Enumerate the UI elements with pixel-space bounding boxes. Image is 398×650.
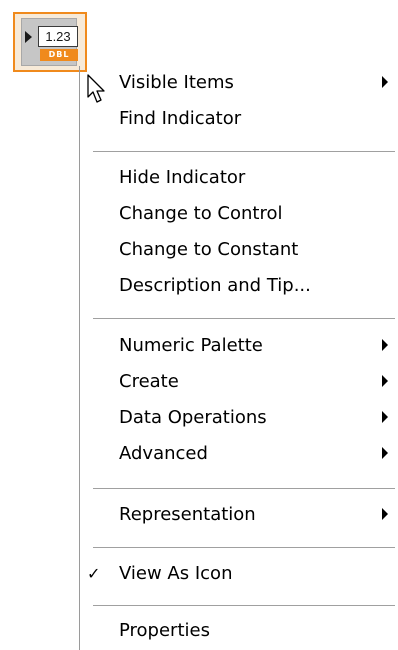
arrow-pointer-icon (87, 74, 105, 103)
submenu-arrow-icon (382, 375, 388, 387)
menu-item-label: Create (119, 371, 179, 392)
indicator-type-label: DBL (40, 49, 78, 61)
menu-item-representation[interactable]: Representation (79, 498, 395, 531)
menu-item-label: Hide Indicator (119, 167, 246, 188)
submenu-arrow-icon (382, 76, 388, 88)
menu-item-view-as-icon[interactable]: ✓ View As Icon (79, 557, 395, 590)
menu-item-label: Representation (119, 504, 256, 525)
menu-separator (93, 547, 395, 548)
indicator-value: 1.23 (38, 26, 78, 47)
menu-item-label: Visible Items (119, 72, 234, 93)
submenu-arrow-icon (382, 339, 388, 351)
submenu-arrow-icon (382, 447, 388, 459)
menu-item-numeric-palette[interactable]: Numeric Palette (79, 329, 395, 362)
menu-item-label: View As Icon (119, 563, 233, 584)
submenu-arrow-icon (382, 508, 388, 520)
menu-item-advanced[interactable]: Advanced (79, 437, 395, 470)
menu-item-label: Change to Control (119, 203, 283, 224)
menu-item-visible-items[interactable]: Visible Items (79, 66, 395, 99)
menu-item-data-operations[interactable]: Data Operations (79, 401, 395, 434)
menu-item-label: Description and Tip... (119, 275, 311, 296)
menu-separator (93, 318, 395, 319)
menu-item-label: Data Operations (119, 407, 267, 428)
numeric-indicator-terminal[interactable]: 1.23 DBL (13, 12, 87, 72)
menu-item-label: Change to Constant (119, 239, 299, 260)
context-menu: Visible Items Find Indicator Hide Indica… (79, 66, 395, 650)
menu-item-properties[interactable]: Properties (79, 614, 395, 647)
menu-separator (93, 488, 395, 489)
menu-item-change-to-control[interactable]: Change to Control (79, 197, 395, 230)
indicator-body: 1.23 DBL (21, 18, 78, 66)
menu-separator (93, 605, 395, 606)
menu-item-description-and-tip[interactable]: Description and Tip... (79, 269, 395, 302)
menu-item-label: Find Indicator (119, 108, 242, 129)
checkmark-icon: ✓ (87, 564, 101, 583)
menu-item-create[interactable]: Create (79, 365, 395, 398)
menu-item-find-indicator[interactable]: Find Indicator (79, 102, 395, 135)
submenu-arrow-icon (382, 411, 388, 423)
indicator-input-arrow-icon (25, 31, 32, 43)
menu-item-label: Advanced (119, 443, 208, 464)
menu-item-label: Properties (119, 620, 210, 641)
menu-item-change-to-constant[interactable]: Change to Constant (79, 233, 395, 266)
menu-item-hide-indicator[interactable]: Hide Indicator (79, 161, 395, 194)
menu-separator (93, 151, 395, 152)
menu-item-label: Numeric Palette (119, 335, 263, 356)
